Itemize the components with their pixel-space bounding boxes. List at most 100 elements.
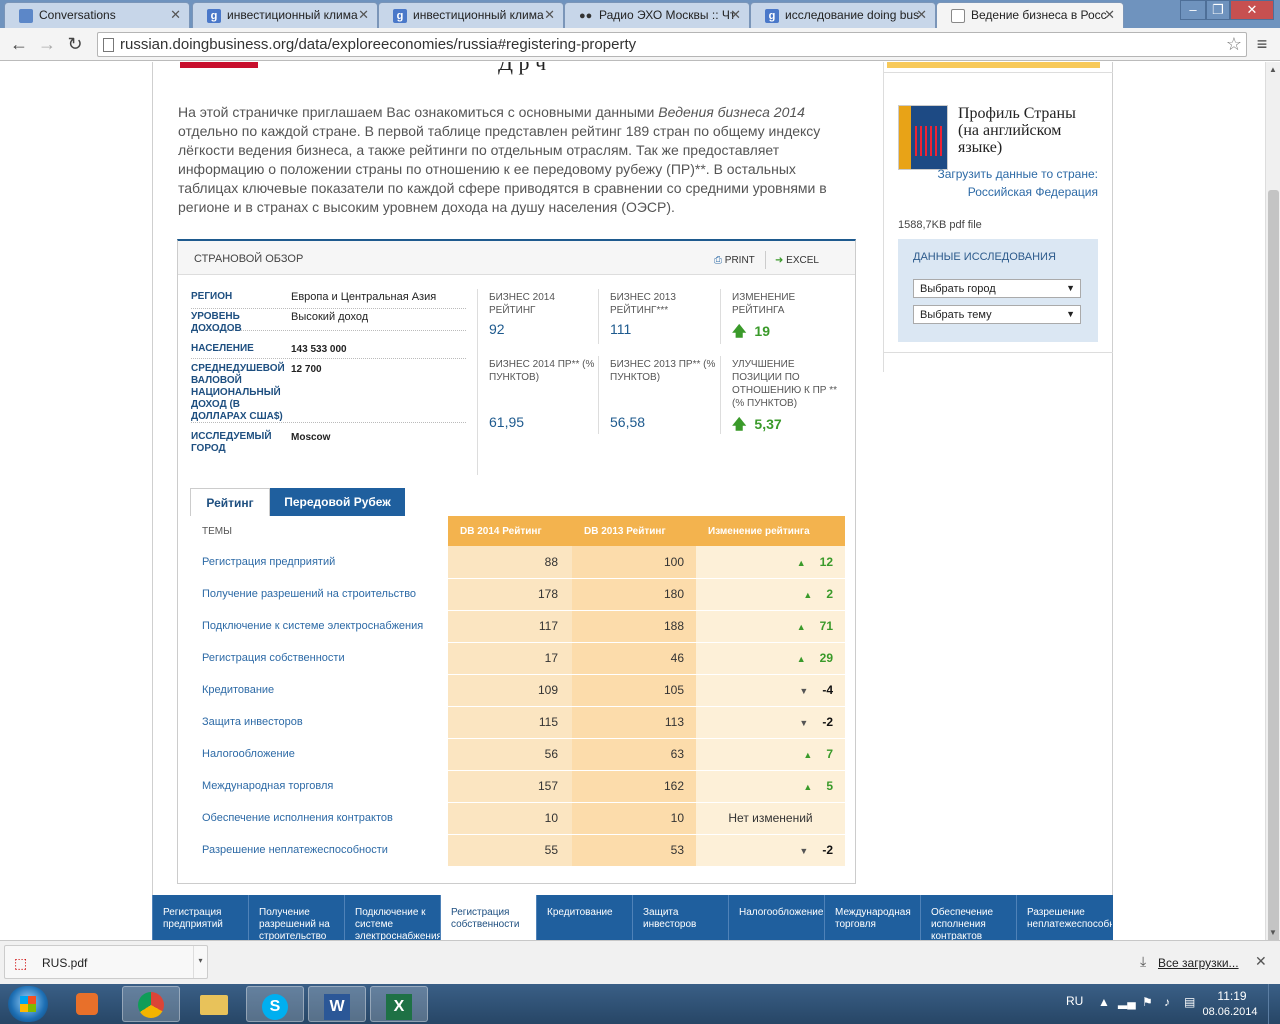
topic-nav-item[interactable]: Регистрация собственности [440,895,536,940]
topic-nav-item[interactable]: Защита инвесторов [632,895,728,940]
scroll-up-icon[interactable]: ▲ [1269,65,1277,74]
browser-tab-google-3[interactable]: g исследование doing bus ✕ [750,2,936,28]
select-city[interactable]: Выбрать город ▼ [913,279,1081,298]
menu-icon[interactable]: ≡ [1251,33,1273,55]
chevron-down-icon[interactable]: ▾ [193,946,207,978]
file-explorer-icon[interactable] [185,986,243,1022]
close-icon[interactable]: ✕ [730,7,741,23]
tab-frontier[interactable]: Передовой Рубеж [270,488,405,516]
intro-paragraph: На этой страничке приглашаем Вас ознаком… [178,104,827,215]
close-icon[interactable]: ✕ [1104,7,1115,23]
topic-link[interactable]: Получение разрешений на строительство [190,578,448,611]
file-size-label: 1588,7KB pdf file [898,219,982,231]
topic-link[interactable]: Международная торговля [190,770,448,803]
maximize-button[interactable]: ❐ [1206,0,1230,20]
topic-link[interactable]: Подключение к системе электроснабжения [190,610,448,643]
keyboard-icon[interactable]: ▤ [1184,995,1195,1009]
arrow-up-icon: ▲ [796,622,806,632]
topic-link[interactable]: Налогообложение [190,738,448,771]
download-arrow-icon: ⤓ [1140,953,1147,969]
show-desktop-button[interactable] [1268,984,1280,1024]
browser-tab-strip: Conversations ✕ g инвестиционный клима ✕… [0,0,1280,28]
topic-nav-item[interactable]: Разрешение неплатежеспособности [1016,895,1112,940]
browser-tab-conversations[interactable]: Conversations ✕ [4,2,190,28]
close-icon[interactable]: ✕ [170,7,181,23]
topic-nav-item[interactable]: Налогообложение [728,895,824,940]
header-change[interactable]: Изменение рейтинга [696,516,845,546]
close-icon[interactable]: ✕ [916,7,927,23]
stat-divider [598,356,599,434]
topic-nav-item[interactable]: Подключение к системе электроснабжения [344,895,440,940]
page-icon [103,38,114,52]
stat-value: 111 [610,321,632,337]
cell-change: ▼ -2 [696,834,845,867]
select-topic[interactable]: Выбрать тему ▼ [913,305,1081,324]
excel-button[interactable]: ➜ EXCEL [775,255,819,266]
browser-tab-google-1[interactable]: g инвестиционный клима ✕ [192,2,378,28]
table-row: Международная торговля 157 162 ▲ 5 [190,770,845,803]
header-db2013[interactable]: DB 2013 Рейтинг [572,516,696,546]
topic-link[interactable]: Регистрация предприятий [190,546,448,579]
header-divider [765,251,766,269]
topic-nav-item[interactable]: Обеспечение исполнения контрактов [920,895,1016,940]
topic-nav-item[interactable]: Регистрация предприятий [152,895,248,940]
google-icon: g [765,9,779,23]
report-cover-image[interactable] [898,105,948,170]
bookmark-star-icon[interactable]: ☆ [1226,34,1242,55]
word-icon[interactable]: W [308,986,366,1022]
print-button[interactable]: ⎙ PRINT [714,255,755,266]
forward-arrow-icon[interactable]: → [36,33,58,55]
topic-link[interactable]: Разрешение неплатежеспособности [190,834,448,867]
page-icon [951,9,965,23]
minimize-button[interactable]: – [1180,0,1206,20]
close-icon[interactable]: ✕ [544,7,555,23]
excel-arrow-icon: ➜ [775,255,784,266]
browser-toolbar: ← → ↻ russian.doingbusiness.org/data/exp… [0,28,1280,61]
topic-nav-item[interactable]: Кредитование [536,895,632,940]
research-title: ДАННЫЕ ИССЛЕДОВАНИЯ [913,251,1056,263]
profile-download-link[interactable]: Загрузить данные то стране: Российская Ф… [898,165,1098,201]
clock-time[interactable]: 11:19 [1207,989,1257,1003]
tab-rating[interactable]: Рейтинг [190,488,270,516]
browser-tab-google-2[interactable]: g инвестиционный клима ✕ [378,2,564,28]
network-icon[interactable]: ▂▄ [1118,995,1136,1009]
media-player-icon[interactable] [58,986,116,1022]
vertical-scrollbar[interactable]: ▲ ▼ [1265,62,1280,950]
table-header-row: ТЕМЫ DB 2014 Рейтинг DB 2013 Рейтинг Изм… [190,516,845,546]
back-arrow-icon[interactable]: ← [8,33,30,55]
close-icon[interactable]: ✕ [1255,953,1267,970]
stat-label: БИЗНЕС 2014 ПР** (% ПУНКТОВ) [489,359,595,383]
browser-tab-active[interactable]: Ведение бизнеса в Росс ✕ [936,2,1124,28]
speaker-icon[interactable]: ♪ [1164,995,1170,1009]
stat-divider [720,356,721,434]
reload-icon[interactable]: ↻ [64,33,86,55]
scrollbar-thumb[interactable] [1268,190,1279,950]
topic-nav-item[interactable]: Получение разрешений на строительство [248,895,344,940]
topic-link[interactable]: Обеспечение исполнения контрактов [190,802,448,835]
browser-tab-echo[interactable]: ●● Радио ЭХО Москвы :: Чт ✕ [564,2,750,28]
cell-db2013: 10 [572,802,696,835]
cell-db2014: 56 [448,738,572,771]
download-item[interactable]: ⬚ RUS.pdf ▾ [4,945,208,979]
close-icon[interactable]: ✕ [358,7,369,23]
topic-link[interactable]: Защита инвесторов [190,706,448,739]
scroll-down-icon[interactable]: ▼ [1269,928,1277,937]
tray-expand-icon[interactable]: ▲ [1098,995,1110,1009]
clock-date[interactable]: 08.06.2014 [1200,1006,1260,1018]
excel-icon[interactable]: X [370,986,428,1022]
stat-db2014-rank: БИЗНЕС 2014 РЕЙТИНГ 92 [489,291,599,337]
skype-icon[interactable]: S [246,986,304,1022]
topic-link[interactable]: Кредитование [190,674,448,707]
topic-link[interactable]: Регистрация собственности [190,642,448,675]
topic-nav-item[interactable]: Международная торговля [824,895,920,940]
flag-icon[interactable]: ⚑ [1142,995,1153,1009]
all-downloads-link[interactable]: Все загрузки... [1158,956,1239,970]
window-close-button[interactable]: ✕ [1230,0,1274,20]
start-button[interactable] [8,986,48,1022]
chrome-icon[interactable] [122,986,180,1022]
input-language-indicator[interactable]: RU [1066,994,1083,1008]
address-bar[interactable]: russian.doingbusiness.org/data/exploreec… [97,32,1247,57]
info-row-region: РЕГИОН Европа и Центральная Азия [191,291,466,309]
header-db2014[interactable]: DB 2014 Рейтинг [448,516,572,546]
stat-rank-change: ИЗМЕНЕНИЕ РЕЙТИНГА 🡅 19 [732,291,842,339]
